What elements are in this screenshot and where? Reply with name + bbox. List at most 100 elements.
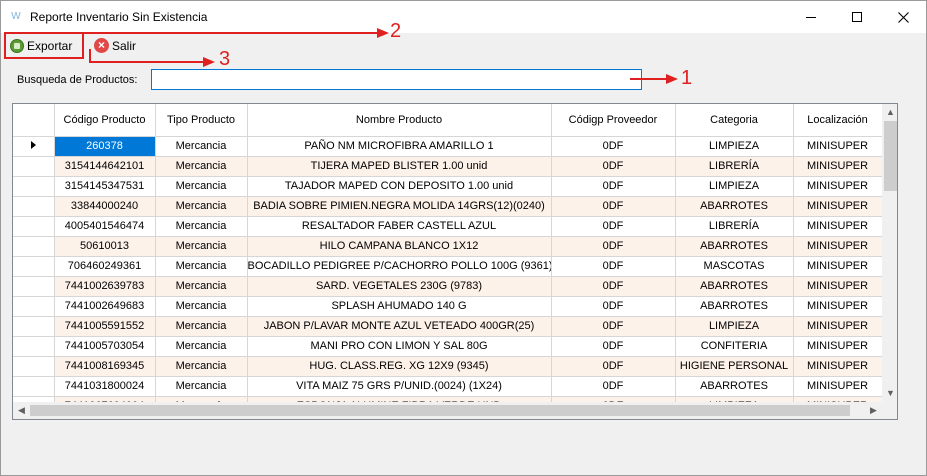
table-cell[interactable]: MANI PRO CON LIMON Y SAL 80G [247,336,552,357]
exit-button[interactable]: × Salir [91,35,136,56]
scroll-right-icon[interactable]: ▶ [865,402,882,419]
table-cell[interactable]: MINISUPER [793,256,882,277]
table-cell[interactable]: 7441008169345 [54,356,156,377]
scroll-left-icon[interactable]: ◀ [13,402,30,419]
table-cell[interactable]: Mercancia [155,256,248,277]
table-cell[interactable]: MINISUPER [793,156,882,177]
table-cell[interactable]: MINISUPER [793,276,882,297]
row-header[interactable] [13,336,55,357]
column-header-nombre[interactable]: Nombre Producto [247,104,552,137]
table-row[interactable]: 4005401546474 Mercancia RESALTADOR FABER C… [13,216,882,237]
row-header[interactable] [13,196,55,217]
table-cell[interactable]: TIJERA MAPED BLISTER 1.00 unid [247,156,552,177]
column-header-tipo[interactable]: Tipo Producto [155,104,248,137]
table-cell[interactable]: 0DF [551,156,676,177]
table-row[interactable]: 33844000240 Mercancia BADIA SOBRE PIMIEN.N… [13,196,882,217]
table-cell[interactable]: 7441002649683 [54,296,156,317]
horizontal-scrollbar[interactable]: ◀ ▶ [13,402,882,419]
table-cell[interactable]: 706460249361 [54,256,156,277]
table-cell[interactable]: MINISUPER [793,216,882,237]
table-cell[interactable]: ABARROTES [675,376,794,397]
table-cell[interactable]: 0DF [551,136,676,157]
table-cell[interactable]: SARD. VEGETALES 230G (9783) [247,276,552,297]
table-cell[interactable]: 7441005591552 [54,316,156,337]
vertical-scrollbar[interactable]: ▲ ▼ [882,104,897,402]
row-header[interactable] [13,176,55,197]
table-cell[interactable]: LIBRERÍA [675,216,794,237]
table-cell[interactable]: JABON P/LAVAR MONTE AZUL VETEADO 400GR(2… [247,316,552,337]
row-header[interactable] [13,356,55,377]
table-cell[interactable]: HILO CAMPANA BLANCO 1X12 [247,236,552,257]
column-header-codigo[interactable]: Código Producto [54,104,156,137]
table-cell[interactable]: Mercancia [155,336,248,357]
table-cell[interactable]: BADIA SOBRE PIMIEN.NEGRA MOLIDA 14GRS(12… [247,196,552,217]
table-row[interactable]: 7441002639783 Mercancia SARD. VEGETALES 23… [13,276,882,297]
table-cell[interactable]: HIGIENE PERSONAL [675,356,794,377]
table-cell[interactable]: Mercancia [155,156,248,177]
table-cell[interactable]: Mercancia [155,176,248,197]
vertical-scroll-thumb[interactable] [884,121,897,191]
table-cell[interactable]: HUG. CLASS.REG. XG 12X9 (9345) [247,356,552,377]
table-cell[interactable]: 4005401546474 [54,216,156,237]
table-cell[interactable]: LIMPIEZA [675,176,794,197]
maximize-button[interactable] [834,1,880,33]
close-button[interactable] [880,1,926,33]
table-cell[interactable]: MINISUPER [793,316,882,337]
table-cell[interactable]: LIMPIEZA [675,136,794,157]
table-row[interactable]: 7441031800024 Mercancia VITA MAIZ 75 GRS P… [13,376,882,397]
table-cell[interactable]: 0DF [551,276,676,297]
table-cell[interactable]: VITA MAIZ 75 GRS P/UNID.(0024) (1X24) [247,376,552,397]
table-cell[interactable]: LIBRERÍA [675,156,794,177]
table-cell[interactable]: 0DF [551,256,676,277]
table-cell[interactable]: 0DF [551,336,676,357]
table-cell[interactable]: MINISUPER [793,176,882,197]
row-header[interactable] [13,236,55,257]
table-cell[interactable]: MINISUPER [793,336,882,357]
table-cell[interactable]: LIMPIEZA [675,316,794,337]
table-cell[interactable]: 7441005703054 [54,336,156,357]
scroll-up-icon[interactable]: ▲ [882,104,897,121]
table-cell[interactable]: Mercancia [155,136,248,157]
column-header-proveedor[interactable]: Códigp Proveedor [551,104,676,137]
table-cell[interactable]: 0DF [551,296,676,317]
title-bar[interactable]: W Reporte Inventario Sin Existencia [1,1,926,33]
table-row[interactable]: 706460249361 Mercancia BOCADILLO PEDIGREE … [13,256,882,277]
column-header-categoria[interactable]: Categoria [675,104,794,137]
table-cell[interactable]: MINISUPER [793,376,882,397]
row-header[interactable] [13,136,55,157]
table-cell[interactable]: Mercancia [155,236,248,257]
table-row[interactable]: 7441002649683 Mercancia SPLASH AHUMADO 140… [13,296,882,317]
table-cell[interactable]: ABARROTES [675,276,794,297]
table-cell[interactable]: Mercancia [155,376,248,397]
row-header[interactable] [13,376,55,397]
table-cell[interactable]: 33844000240 [54,196,156,217]
table-cell[interactable]: Mercancia [155,216,248,237]
table-cell[interactable]: 0DF [551,236,676,257]
table-cell[interactable]: MINISUPER [793,236,882,257]
table-cell[interactable]: ABARROTES [675,196,794,217]
products-grid[interactable]: Código Producto Tipo Producto Nombre Pro… [12,103,898,420]
table-cell[interactable]: 50610013 [54,236,156,257]
table-cell[interactable]: TAJADOR MAPED CON DEPOSITO 1.00 unid [247,176,552,197]
table-cell[interactable]: MASCOTAS [675,256,794,277]
table-cell[interactable]: 0DF [551,176,676,197]
table-cell[interactable]: 0DF [551,356,676,377]
table-row[interactable]: 7441005703054 Mercancia MANI PRO CON LIMON… [13,336,882,357]
table-cell[interactable]: RESALTADOR FABER CASTELL AZUL [247,216,552,237]
table-cell[interactable]: 0DF [551,376,676,397]
table-cell[interactable]: Mercancia [155,296,248,317]
table-row[interactable]: 3154145347531 Mercancia TAJADOR MAPED CON … [13,176,882,197]
row-header[interactable] [13,256,55,277]
table-row[interactable]: 7441008169345 Mercancia HUG. CLASS.REG. XG… [13,356,882,377]
row-header[interactable] [13,276,55,297]
table-cell[interactable]: ABARROTES [675,296,794,317]
table-cell[interactable]: PAÑO NM MICROFIBRA AMARILLO 1 [247,136,552,157]
table-row[interactable]: 260378 Mercancia PAÑO NM MICROFIBRA AMARIL… [13,136,882,157]
table-cell[interactable]: BOCADILLO PEDIGREE P/CACHORRO POLLO 100G… [247,256,552,277]
table-cell[interactable]: Mercancia [155,196,248,217]
table-cell[interactable]: ABARROTES [675,236,794,257]
table-cell[interactable]: 260378 [54,136,156,157]
table-cell[interactable]: 3154144642101 [54,156,156,177]
table-cell[interactable]: Mercancia [155,316,248,337]
table-cell[interactable]: Mercancia [155,356,248,377]
